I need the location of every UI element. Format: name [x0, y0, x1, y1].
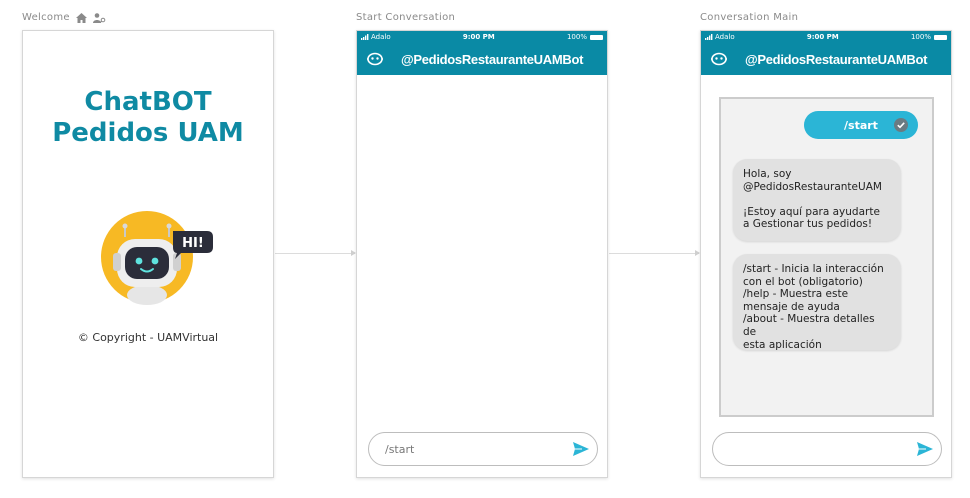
message-input[interactable]: /start: [368, 432, 598, 466]
robot-badge-text: HI!: [182, 236, 204, 251]
conversation-main-screen: Adalo 9:00 PM 100% @PedidosRestauranteUA…: [700, 30, 952, 478]
screen-label-text: Conversation Main: [700, 12, 799, 23]
copyright-text: © Copyright - UAMVirtual: [77, 331, 219, 344]
screen-label-start: Start Conversation: [356, 12, 455, 23]
chat-area[interactable]: /start Hola, soy @PedidosRestauranteUAM …: [719, 97, 934, 417]
message-input-placeholder: /start: [385, 442, 415, 456]
app-bar-title: @PedidosRestauranteUAMBot: [745, 51, 928, 67]
screen-label-text: Start Conversation: [356, 12, 456, 23]
bot-message-bubble: /start - Inicia la interacción con el bo…: [733, 254, 901, 351]
start-conversation-screen: Adalo 9:00 PM 100% @PedidosRestauranteUA…: [356, 30, 608, 478]
screen-label-welcome: Welcome: [22, 12, 106, 23]
welcome-screen: ChatBOT Pedidos UAM HI! © Copyright - UA…: [22, 30, 274, 478]
screen-label-main: Conversation Main: [700, 12, 798, 23]
welcome-title-line2: Pedidos UAM: [52, 118, 244, 148]
user-key-icon[interactable]: [92, 12, 106, 23]
home-icon[interactable]: [75, 12, 87, 23]
check-circle-icon: [894, 118, 908, 135]
send-icon[interactable]: [917, 442, 933, 459]
send-icon[interactable]: [573, 442, 589, 459]
bot-icon[interactable]: [701, 52, 737, 66]
bot-message-bubble: Hola, soy @PedidosRestauranteUAM ¡Estoy …: [733, 159, 901, 241]
status-bar: Adalo 9:00 PM 100%: [357, 31, 607, 43]
welcome-title-line1: ChatBOT: [84, 87, 212, 117]
carrier-label: Adalo: [715, 33, 735, 41]
message-input[interactable]: [712, 432, 942, 466]
welcome-title: ChatBOT Pedidos UAM: [23, 87, 273, 149]
battery-percent: 100%: [566, 33, 587, 41]
status-time: 9:00 PM: [462, 33, 495, 41]
battery-icon: [933, 34, 947, 40]
battery-icon: [589, 34, 603, 40]
carrier-label: Adalo: [371, 33, 391, 41]
user-message-bubble: /start: [804, 111, 918, 139]
connector-arrow: [609, 250, 700, 256]
app-bar-title: @PedidosRestauranteUAMBot: [401, 51, 584, 67]
app-bar: @PedidosRestauranteUAMBot: [701, 43, 951, 75]
status-bar: Adalo 9:00 PM 100%: [701, 31, 951, 43]
battery-percent: 100%: [910, 33, 931, 41]
user-message-text: /start: [844, 118, 878, 132]
bot-icon[interactable]: [357, 52, 393, 66]
screen-label-text: Welcome: [22, 12, 70, 23]
connector-arrow: [275, 250, 356, 256]
signal-icon: [705, 34, 713, 40]
status-time: 9:00 PM: [806, 33, 839, 41]
signal-icon: [361, 34, 369, 40]
robot-illustration: HI!: [95, 209, 223, 305]
app-bar: @PedidosRestauranteUAMBot: [357, 43, 607, 75]
